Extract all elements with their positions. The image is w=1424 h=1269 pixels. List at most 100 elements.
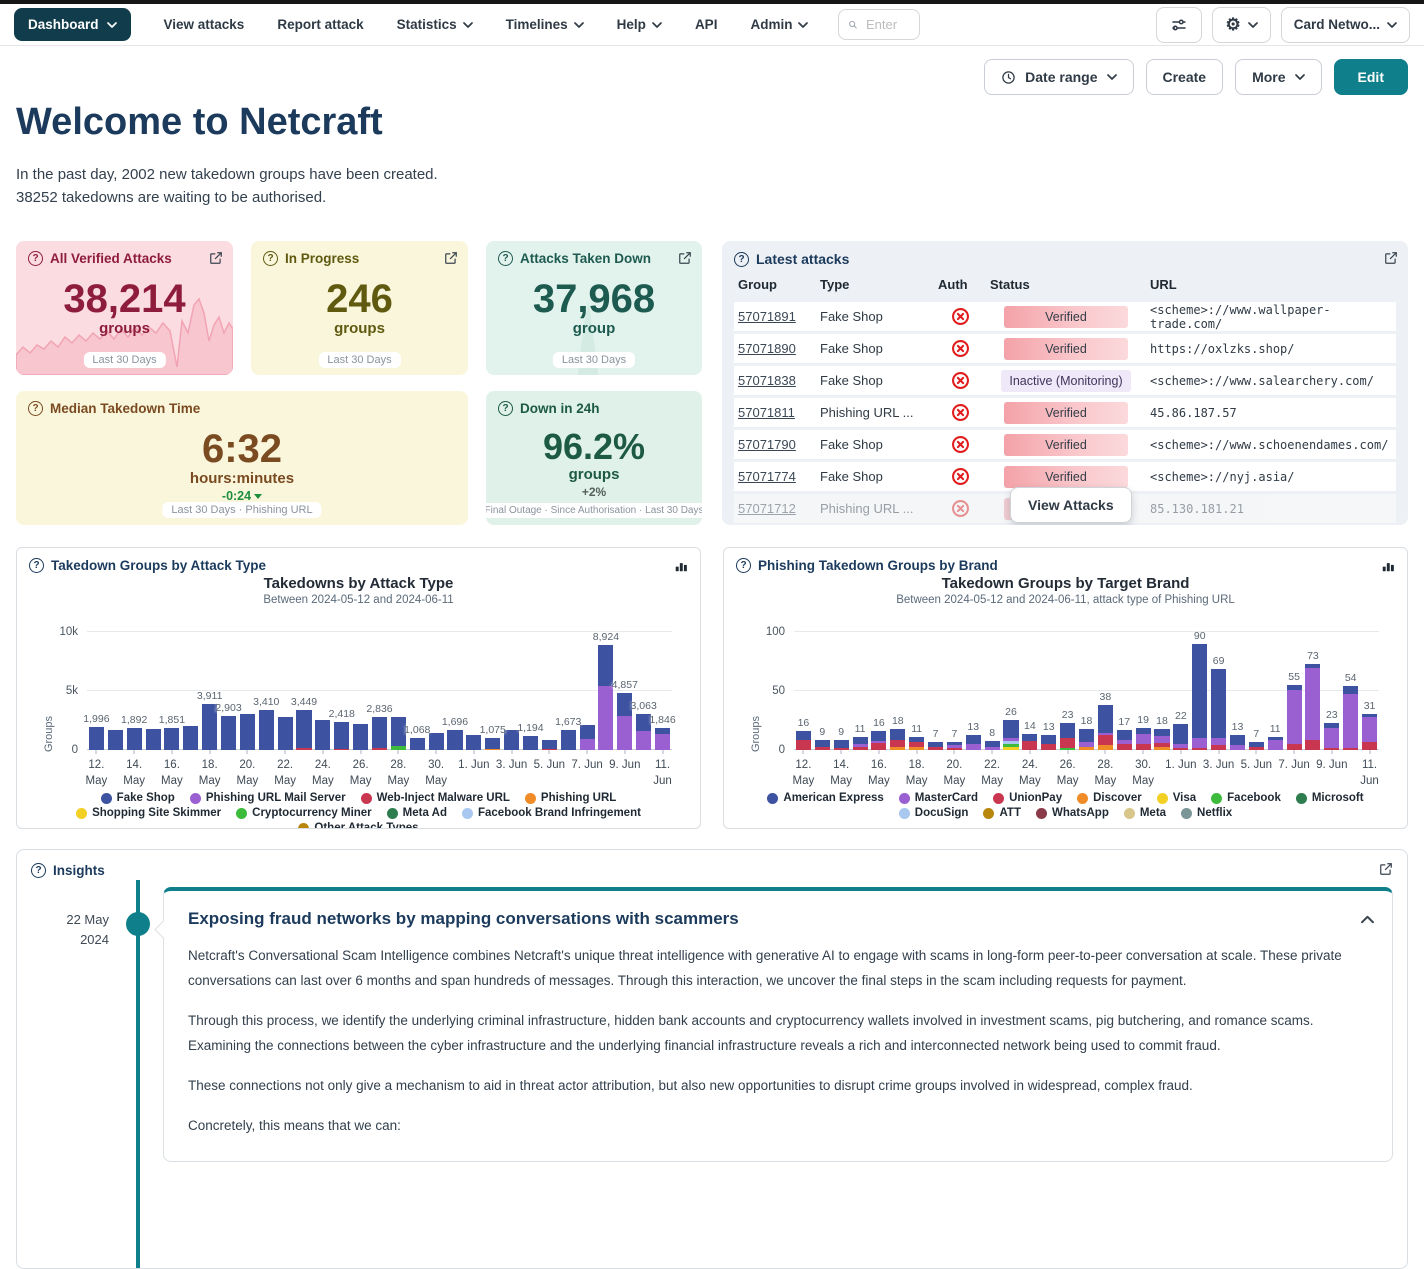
legend-item[interactable]: MasterCard [899,792,978,804]
legend-item[interactable]: Shopping Site Skimmer [76,807,221,819]
legend-item[interactable]: Visa [1157,792,1196,804]
nav-item-help[interactable]: Help [617,17,662,32]
attack-group-link[interactable]: 57071890 [738,341,796,356]
chart-bar[interactable] [1324,723,1339,750]
chart-bar[interactable] [909,737,924,750]
chart-bar[interactable] [853,737,868,750]
help-icon[interactable]: ? [734,252,749,267]
bar-chart-icon[interactable] [1381,559,1395,573]
chart-bar[interactable] [890,729,905,750]
attack-group-link[interactable]: 57071712 [738,501,796,516]
legend-item[interactable]: Web-Inject Malware URL [361,792,510,804]
account-menu-button[interactable]: Card Netwo... [1281,7,1410,43]
legend-item[interactable]: Facebook [1211,792,1281,804]
edit-button[interactable]: Edit [1334,59,1408,95]
nav-item-statistics[interactable]: Statistics [397,17,473,32]
help-icon[interactable]: ? [498,251,513,266]
attack-group-link[interactable]: 57071774 [738,469,796,484]
chart-bar[interactable] [655,728,670,750]
chart-bar[interactable] [334,722,349,751]
chart-bar[interactable] [871,731,886,750]
bar-chart-icon[interactable] [674,559,688,573]
legend-item[interactable]: Microsoft [1296,792,1364,804]
legend-item[interactable]: American Express [767,792,883,804]
chart-bar[interactable] [1343,686,1358,750]
chart-bar[interactable] [1362,714,1377,751]
chart-bar[interactable] [240,714,255,750]
chart-bar[interactable] [1154,729,1169,750]
chart-bar[interactable] [523,736,538,750]
attack-group-link[interactable]: 57071838 [738,373,796,388]
chart-bar[interactable] [561,730,576,750]
filters-button[interactable] [1156,7,1202,43]
chart-bar[interactable] [815,740,830,751]
chart-bar[interactable] [278,717,293,750]
legend-item[interactable]: Fake Shop [101,792,175,804]
chart-bar[interactable] [296,710,311,751]
chart-bar[interactable] [1022,734,1037,751]
chart-bar[interactable] [315,720,330,750]
chart-bar[interactable] [1117,730,1132,750]
nav-item-dashboard[interactable]: Dashboard [14,8,131,41]
chart-bar[interactable] [221,716,236,750]
chart-bar[interactable] [1079,729,1094,750]
help-icon[interactable]: ? [28,401,43,416]
nav-item-api[interactable]: API [695,17,718,32]
chart-bar[interactable] [834,740,849,751]
chart-bar[interactable] [985,741,1000,750]
chart-bar[interactable] [928,742,943,750]
legend-item[interactable]: Facebook Brand Infringement [462,807,641,819]
chart-bar[interactable] [183,726,198,750]
chart-bar[interactable] [947,742,962,750]
chart-bar[interactable] [259,710,274,750]
chart-bar[interactable] [410,738,425,751]
chart-bar[interactable] [1268,737,1283,750]
chart-bar[interactable] [580,725,595,750]
view-attacks-button[interactable]: View Attacks [1010,487,1132,523]
nav-item-view-attacks[interactable]: View attacks [164,17,245,32]
help-icon[interactable]: ? [28,251,43,266]
chart-bar[interactable] [1136,728,1151,750]
chart-bar[interactable] [1192,644,1207,750]
nav-item-admin[interactable]: Admin [750,17,808,32]
chart-bar[interactable] [1287,685,1302,750]
chart-bar[interactable] [146,729,161,750]
legend-item[interactable]: Meta Ad [387,807,447,819]
legend-item[interactable]: Cryptocurrency Miner [236,807,372,819]
chart-bar[interactable] [1041,735,1056,750]
help-icon[interactable]: ? [736,558,751,573]
legend-item[interactable]: UnionPay [993,792,1062,804]
chart-bar[interactable] [966,735,981,750]
external-link-icon[interactable] [1384,251,1398,270]
legend-item[interactable]: Discover [1077,792,1142,804]
chart-bar[interactable] [1003,720,1018,751]
attack-group-link[interactable]: 57071790 [738,437,796,452]
settings-button[interactable]: ⚙ [1212,7,1270,43]
chart-bar[interactable] [485,738,500,751]
chart-bar[interactable] [466,735,481,750]
external-link-icon[interactable] [678,251,692,270]
chart-bar[interactable] [598,645,613,750]
legend-item[interactable]: Meta [1124,807,1166,819]
chart-bar[interactable] [1305,664,1320,750]
nav-item-report-attack[interactable]: Report attack [277,17,363,32]
chart-bar[interactable] [1098,705,1113,750]
external-link-icon[interactable] [1379,862,1393,879]
nav-item-timelines[interactable]: Timelines [506,17,584,32]
external-link-icon[interactable] [444,251,458,270]
chart-bar[interactable] [127,728,142,750]
legend-item[interactable]: WhatsApp [1036,807,1109,819]
external-link-icon[interactable] [209,251,223,270]
help-icon[interactable]: ? [263,251,278,266]
legend-item[interactable]: ATT [983,807,1021,819]
chart-bar[interactable] [164,728,179,750]
create-button[interactable]: Create [1146,59,1224,95]
chart-bar[interactable] [1211,669,1226,750]
search-box[interactable] [838,9,920,40]
chart-bar[interactable] [1060,723,1075,750]
chart-bar[interactable] [89,727,104,751]
chart-bar[interactable] [542,740,557,750]
chart-bar[interactable] [372,717,387,750]
more-button[interactable]: More [1235,59,1321,95]
legend-item[interactable]: Other Attack Types [298,822,418,829]
